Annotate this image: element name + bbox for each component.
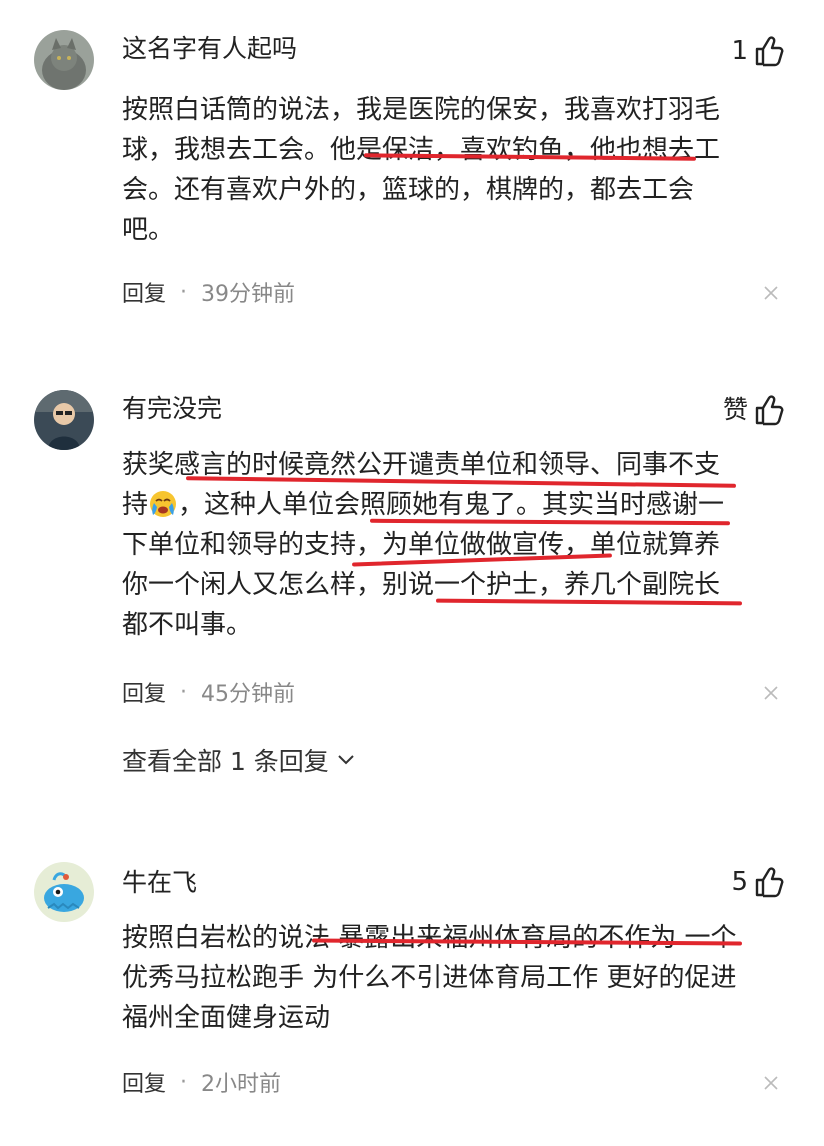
avatar[interactable] <box>34 390 94 450</box>
view-all-replies-button[interactable]: 查看全部 1 条回复 <box>122 742 355 778</box>
close-icon[interactable] <box>764 286 778 300</box>
like-button[interactable]: 5 <box>731 864 784 900</box>
like-button[interactable]: 1 <box>731 33 784 69</box>
reply-button[interactable]: 回复 <box>122 1066 166 1098</box>
username[interactable]: 牛在飞 <box>122 866 197 900</box>
timestamp: 39分钟前 <box>201 282 296 307</box>
chevron-down-icon <box>338 755 354 765</box>
avatar[interactable] <box>34 862 94 922</box>
close-icon[interactable] <box>764 1076 778 1090</box>
reply-row: 回复 · 39分钟前 <box>122 276 295 308</box>
thumbs-up-icon <box>755 395 784 426</box>
like-count: 5 <box>731 867 748 897</box>
username[interactable]: 这名字有人起吗 <box>122 32 297 66</box>
comment-text: 按照白岩松的说法 暴露出来福州体育局的不作为 一个 优秀马拉松跑手 为什么不引进… <box>122 923 737 1033</box>
username[interactable]: 有完没完 <box>122 392 222 426</box>
thumbs-up-icon <box>755 867 784 898</box>
like-count: 赞 <box>722 395 748 424</box>
avatar[interactable] <box>34 30 94 90</box>
like-button[interactable]: 赞 <box>723 392 784 428</box>
thumbs-up-icon <box>755 36 784 67</box>
reply-row: 回复 · 2小时前 <box>122 1066 281 1098</box>
crying-emoji-icon <box>150 491 177 517</box>
timestamp: 2小时前 <box>201 1072 282 1097</box>
reply-row: 回复 · 45分钟前 <box>122 676 295 708</box>
reply-button[interactable]: 回复 <box>122 276 166 308</box>
like-count: 1 <box>731 36 748 66</box>
timestamp: 45分钟前 <box>201 682 296 707</box>
comment-text: 按照白话筒的说法，我是医院的保安，我喜欢打羽毛 球，我想去工会。他是保洁，喜欢钓… <box>122 95 721 245</box>
close-icon[interactable] <box>764 686 778 700</box>
reply-button[interactable]: 回复 <box>122 676 166 708</box>
comment-text: 获奖感言的时候竟然公开谴责单位和领导、同事不支 持，这种人单位会照顾她有鬼了。其… <box>122 450 725 640</box>
